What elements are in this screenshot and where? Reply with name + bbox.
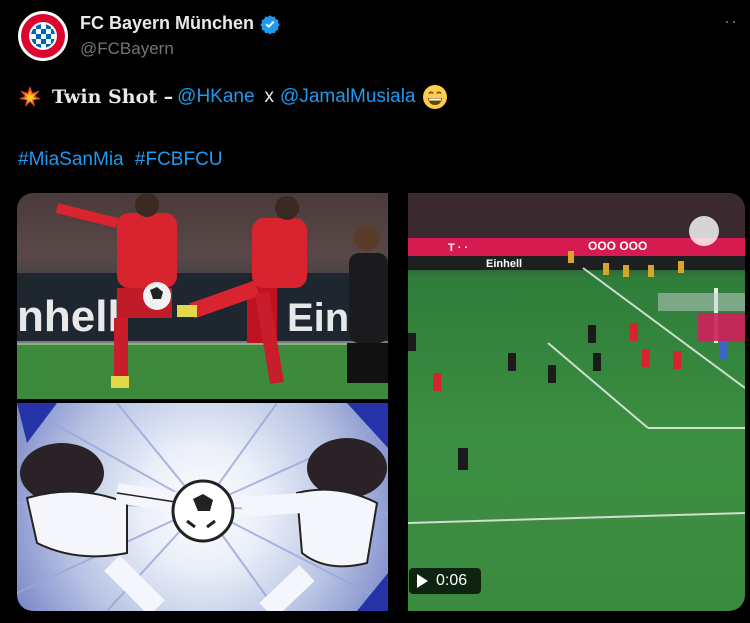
- tweet-bold-text: Twin Shot –: [52, 86, 174, 108]
- video-duration-badge[interactable]: 0:06: [409, 568, 481, 594]
- tweet-text: Twin Shot – @HKane x @JamalMusiala: [18, 84, 448, 110]
- verified-badge-icon: [260, 14, 280, 34]
- media-photo-players[interactable]: nhell Ein: [17, 193, 388, 399]
- name-row: FC Bayern München: [80, 13, 280, 34]
- fc-bayern-logo-icon: [21, 14, 65, 58]
- hashtag-link[interactable]: #FCBFCU: [135, 149, 223, 170]
- svg-text:nhell: nhell: [17, 292, 120, 341]
- svg-text:Ein: Ein: [287, 296, 349, 340]
- handle[interactable]: @FCBayern: [80, 39, 174, 59]
- mention-hkane-link[interactable]: @HKane: [177, 86, 254, 108]
- svg-text:T · ·: T · ·: [448, 242, 468, 254]
- tweet-header: FC Bayern München @FCBayern ··: [18, 11, 738, 63]
- media-video-match[interactable]: T · · OOO OOO Einhell: [408, 193, 745, 611]
- hashtags: #MiaSanMia #FCBFCU: [18, 149, 229, 171]
- avatar[interactable]: [18, 11, 68, 61]
- svg-text:Einhell: Einhell: [486, 258, 522, 270]
- collision-emoji-icon: [19, 86, 41, 107]
- play-icon: [417, 574, 428, 588]
- hashtag-link[interactable]: #MiaSanMia: [18, 149, 124, 170]
- svg-text:OOO OOO: OOO OOO: [588, 239, 647, 253]
- display-name[interactable]: FC Bayern München: [80, 13, 254, 34]
- more-options-icon[interactable]: ··: [724, 11, 738, 32]
- media-anime-illustration[interactable]: [17, 403, 388, 611]
- separator-text: x: [264, 86, 275, 107]
- video-duration: 0:06: [436, 572, 468, 589]
- media-grid: nhell Ein T · · OOO OOO Einhell 0:06: [17, 193, 745, 611]
- grinning-face-emoji-icon: [422, 85, 447, 109]
- mention-jamalmusiala-link[interactable]: @JamalMusiala: [280, 86, 415, 108]
